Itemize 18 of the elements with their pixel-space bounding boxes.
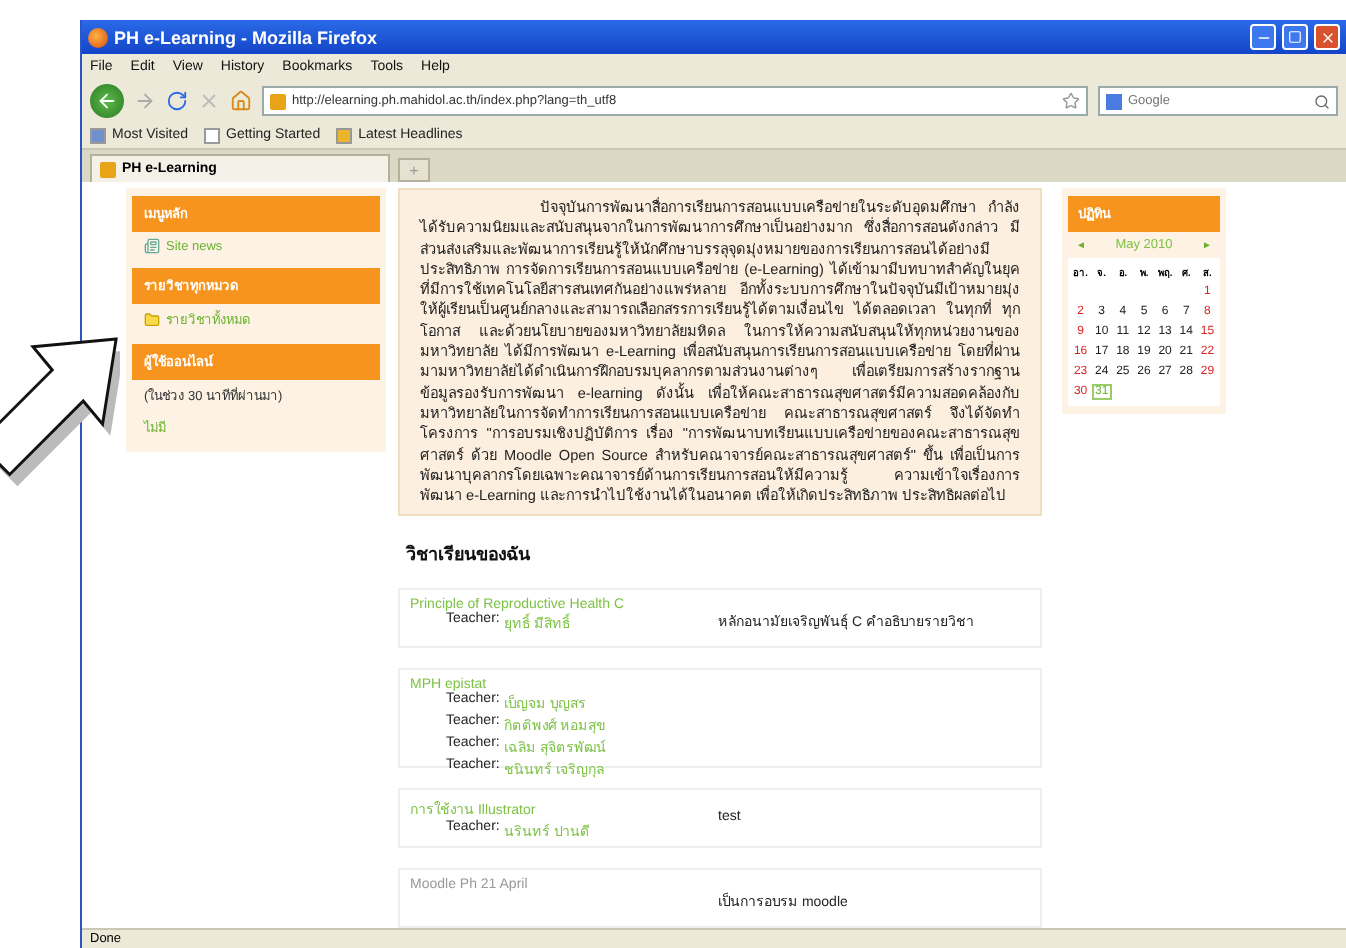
reload-button[interactable] bbox=[166, 90, 188, 112]
back-arrow-icon bbox=[96, 90, 118, 112]
section-heading: วิชาเรียนของฉัน bbox=[406, 542, 532, 569]
close-icon bbox=[1319, 29, 1335, 45]
search-engine-icon[interactable] bbox=[1106, 93, 1122, 109]
window-title: PH e-Learning - Mozilla Firefox bbox=[114, 27, 380, 47]
home-button[interactable] bbox=[230, 90, 252, 112]
maximize-icon bbox=[1288, 30, 1302, 44]
close-button[interactable] bbox=[1314, 24, 1340, 50]
maximize-button[interactable] bbox=[1282, 24, 1308, 50]
folder-icon bbox=[144, 312, 160, 328]
news-icon bbox=[144, 238, 160, 254]
minimize-button[interactable] bbox=[1250, 24, 1276, 50]
search-icon[interactable] bbox=[1314, 93, 1330, 109]
star-icon[interactable] bbox=[1062, 92, 1080, 110]
back-button[interactable] bbox=[90, 84, 124, 118]
site-icon bbox=[270, 93, 286, 109]
browser-logo-icon bbox=[88, 27, 108, 47]
